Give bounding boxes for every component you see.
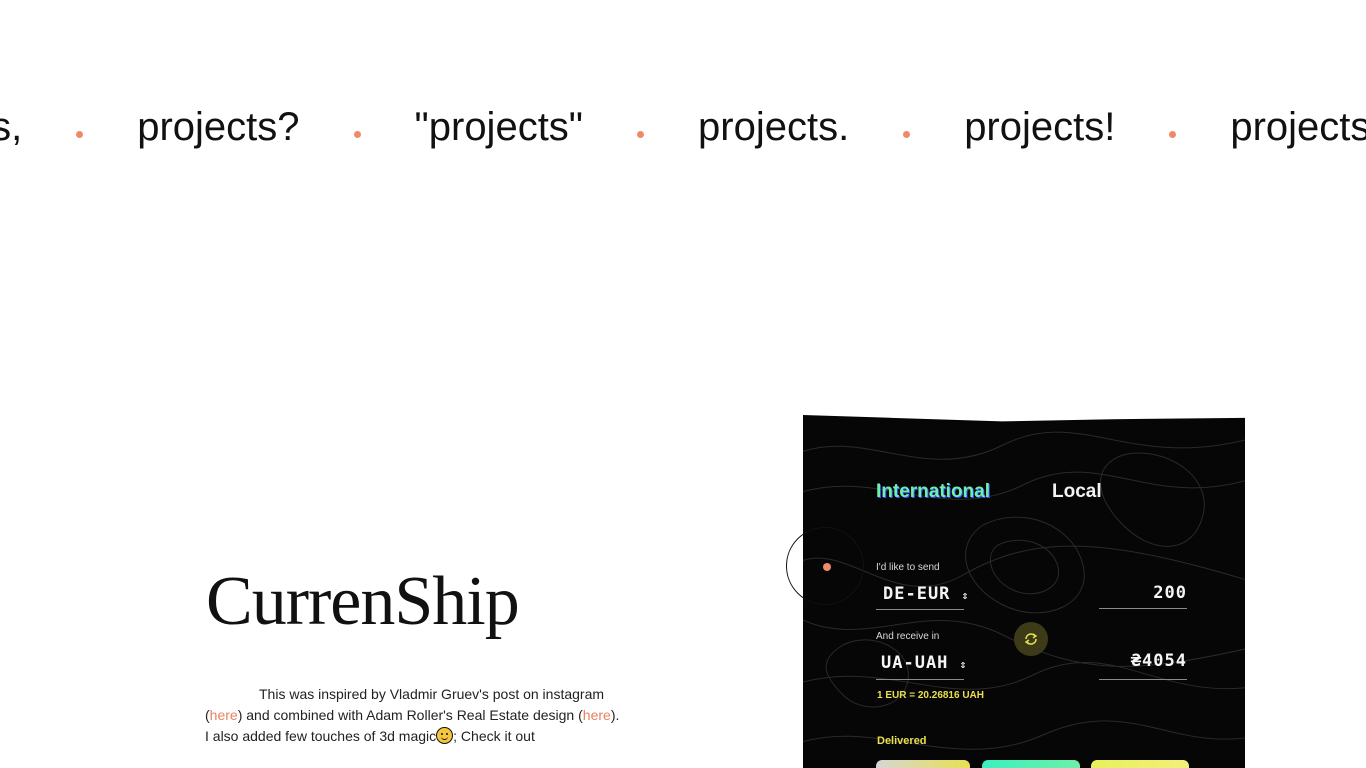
tab-international[interactable]: International	[876, 481, 990, 503]
marquee-word: projects.	[698, 105, 850, 149]
marquee-word: projects?	[137, 105, 300, 149]
delivery-option[interactable]	[1091, 760, 1189, 768]
smiley-emoji-icon	[436, 727, 454, 744]
marquee-dot	[76, 131, 84, 138]
project-title: CurrenShip	[206, 563, 520, 640]
cursor-dot	[823, 563, 831, 571]
description-text: ) and combined with Adam Roller's Real E…	[237, 707, 583, 723]
refresh-icon	[1024, 633, 1038, 645]
receive-amount-value: ₴4054	[1130, 651, 1187, 671]
send-currency-underline	[876, 609, 964, 610]
marquee-dot	[353, 131, 361, 138]
send-amount-underline	[1099, 608, 1187, 609]
marquee-strip: cts, projects? "projects" projects. proj…	[0, 105, 1366, 150]
receive-amount-underline	[1099, 679, 1187, 680]
delivered-label: Delivered	[877, 735, 927, 747]
send-currency-value: DE-EUR	[883, 584, 951, 604]
send-currency-select[interactable]: DE-EUR ⇕	[883, 584, 969, 604]
chevron-updown-icon: ⇕	[959, 658, 968, 671]
delivery-option[interactable]	[982, 760, 1080, 768]
marquee-word: projects!	[964, 105, 1116, 149]
app-preview-card[interactable]: International Local I'd like to send DE-…	[803, 415, 1245, 768]
marquee-word: cts,	[0, 105, 23, 149]
delivery-option[interactable]	[876, 760, 970, 768]
marquee-word: "projects"	[414, 105, 584, 149]
tab-local[interactable]: Local	[1052, 481, 1102, 503]
exchange-rate: 1 EUR = 20.26816 UAH	[877, 690, 985, 701]
swap-button[interactable]	[1014, 622, 1048, 656]
receive-label: And receive in	[876, 631, 940, 642]
description-text: ; Check it out	[453, 728, 535, 744]
send-label: I'd like to send	[876, 562, 940, 573]
receive-currency-underline	[876, 679, 964, 680]
project-description: This was inspired by Vladmir Gruev's pos…	[205, 684, 625, 747]
marquee-dot	[903, 131, 911, 138]
real-estate-design-link[interactable]: here	[583, 707, 611, 723]
send-amount-input[interactable]: 200	[1099, 583, 1187, 603]
instagram-post-link[interactable]: here	[210, 707, 238, 723]
receive-currency-select[interactable]: UA-UAH ⇕	[881, 653, 967, 673]
marquee-word: projects	[1230, 105, 1366, 149]
receive-currency-value: UA-UAH	[881, 653, 949, 673]
marquee-dot	[1169, 131, 1177, 138]
chevron-updown-icon: ⇕	[961, 589, 970, 602]
marquee-dot	[637, 131, 645, 138]
